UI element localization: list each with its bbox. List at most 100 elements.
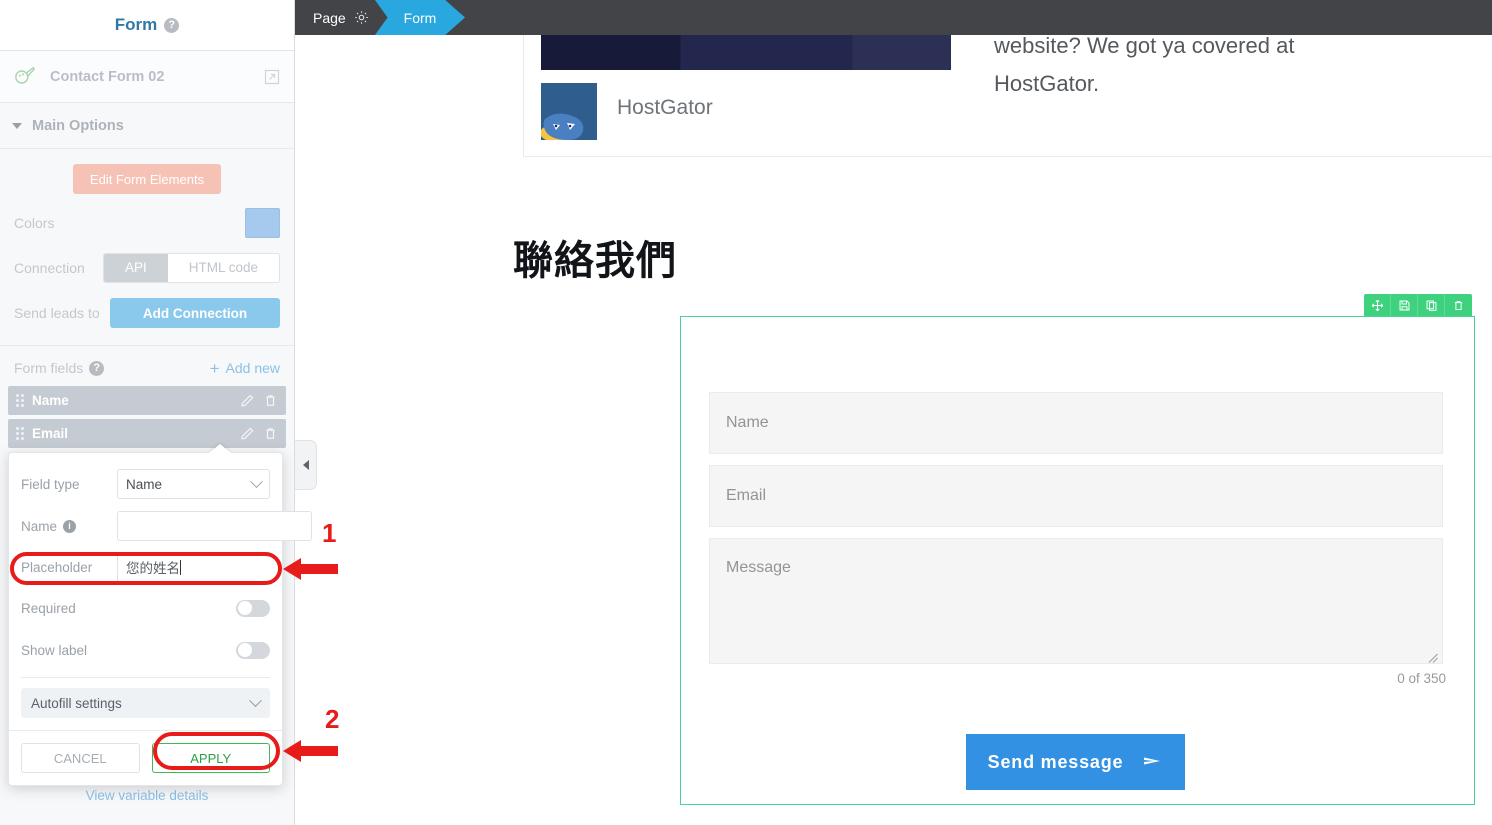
apply-button[interactable]: APPLY [151,743,270,773]
autofill-settings-label: Autofill settings [31,695,122,711]
connection-option-api[interactable]: API [103,254,168,282]
form-input-name-placeholder: Name [726,414,769,431]
add-connection-button[interactable]: Add Connection [110,298,280,328]
add-new-field-button[interactable]: + Add new [210,360,280,377]
external-link-icon[interactable] [264,69,280,85]
pencil-icon[interactable] [240,393,255,408]
placeholder-value: 您的姓名 [126,561,180,576]
top-breadcrumb-bar: Page Form [295,0,1492,35]
resize-grip-icon[interactable] [1428,650,1438,663]
show-label-toggle[interactable] [236,641,270,659]
name-input[interactable] [117,511,312,541]
help-circle-icon[interactable]: ? [89,360,105,376]
form-input-name[interactable]: Name [709,392,1443,454]
form-field-item-email[interactable]: Email [8,419,286,448]
popup-name-row: Name i [9,505,312,547]
annotation-arrow-2 [283,738,338,769]
colors-label: Colors [14,215,55,231]
connection-row: Connection API HTML code [0,252,294,284]
form-fields-header: Form fields ? + Add new [0,350,294,386]
form-input-message[interactable]: Message [709,538,1443,664]
view-variable-details-link[interactable]: View variable details [0,788,294,803]
send-leads-label: Send leads to [14,305,100,321]
connection-label: Connection [14,260,85,276]
chevron-down-icon [249,693,262,707]
connection-option-html-code[interactable]: HTML code [167,254,279,282]
placeholder-label: Placeholder [21,559,93,575]
plus-icon: + [209,358,220,378]
popup-field-type-row: Field type Name [9,463,282,505]
edit-form-elements-button[interactable]: Edit Form Elements [73,164,221,194]
send-message-label: Send message [987,751,1124,772]
form-field-item-name[interactable]: Name [8,386,286,415]
form-input-email[interactable]: Email [709,465,1443,527]
send-message-button[interactable]: Send message [966,734,1185,790]
field-type-value: Name [126,476,163,492]
page-canvas: HostGator website? We got ya covered at … [295,35,1492,825]
drag-handle-icon[interactable] [16,426,24,442]
delete-button[interactable] [1445,294,1472,316]
color-swatch[interactable] [245,208,280,238]
field-type-label: Field type [21,476,80,492]
caret-left-icon [302,460,309,470]
field-label: Name [32,393,69,408]
annotation-step-1: 1 [322,518,337,548]
sidebar-divider [0,345,294,346]
field-label: Email [32,426,69,441]
pencil-icon[interactable] [240,426,255,441]
contact-form-widget[interactable]: Name Email Message 0 of 350 Send message [680,294,1475,805]
palette-brush-icon [14,66,36,88]
colors-row: Colors [0,207,294,239]
add-new-label: Add new [225,360,280,376]
gear-icon[interactable] [354,10,369,25]
info-circle-icon[interactable]: i [63,519,77,533]
trash-icon[interactable] [263,426,278,441]
move-handle[interactable] [1364,294,1391,316]
popup-placeholder-row: Placeholder 您的姓名 [9,547,282,587]
form-input-email-placeholder: Email [726,487,767,504]
drag-handle-icon[interactable] [16,393,24,409]
caret-down-icon [12,122,22,129]
main-options-label: Main Options [32,117,124,134]
autofill-settings-accordion[interactable]: Autofill settings [21,688,270,718]
main-options-section-header[interactable]: Main Options [0,103,294,149]
promo-brand-name: HostGator [617,96,713,119]
popup-required-row: Required [9,587,282,629]
text-cursor [180,559,181,575]
promo-banner-image [541,35,951,70]
form-name-label: Contact Form 02 [50,68,165,85]
form-input-message-placeholder: Message [726,559,791,576]
selected-form-row[interactable]: Contact Form 02 [0,51,294,103]
app-root: Form ? Contact Form 02 Main Options Edit… [0,0,1492,825]
trash-icon[interactable] [263,393,278,408]
chevron-down-icon [250,474,263,488]
form-widget-toolbar [1364,294,1472,316]
popup-separator [21,677,270,678]
sidebar-collapse-button[interactable] [295,440,317,490]
form-fields-label-wrap: Form fields ? [14,360,105,376]
message-char-counter: 0 of 350 [1397,671,1446,686]
breadcrumb-page[interactable]: Page [303,0,383,35]
duplicate-button[interactable] [1418,294,1445,316]
help-circle-icon[interactable]: ? [164,17,180,33]
field-type-select[interactable]: Name [117,469,270,499]
show-label-label: Show label [21,642,88,658]
breadcrumb-form-label: Form [403,9,437,26]
annotation-arrow-1 [283,556,338,587]
cancel-button[interactable]: CANCEL [21,743,140,773]
sidebar-body: Edit Form Elements Colors Connection API… [0,164,294,448]
sidebar-header: Form ? [0,0,294,51]
promo-block: HostGator website? We got ya covered at … [523,35,1492,157]
annotation-step-2: 2 [325,704,340,734]
contact-heading: 聯絡我們 [513,239,677,283]
send-leads-row: Send leads to Add Connection [0,297,294,329]
send-arrow-icon [1143,752,1163,773]
name-label: Name [21,518,58,534]
connection-segmented-control: API HTML code [102,253,280,283]
placeholder-input[interactable]: 您的姓名 [117,552,270,582]
breadcrumb-form[interactable]: Form [375,0,465,35]
save-button[interactable] [1391,294,1418,316]
breadcrumb-page-label: Page [313,9,346,26]
form-fields-label: Form fields [14,360,84,376]
required-toggle[interactable] [236,599,270,617]
